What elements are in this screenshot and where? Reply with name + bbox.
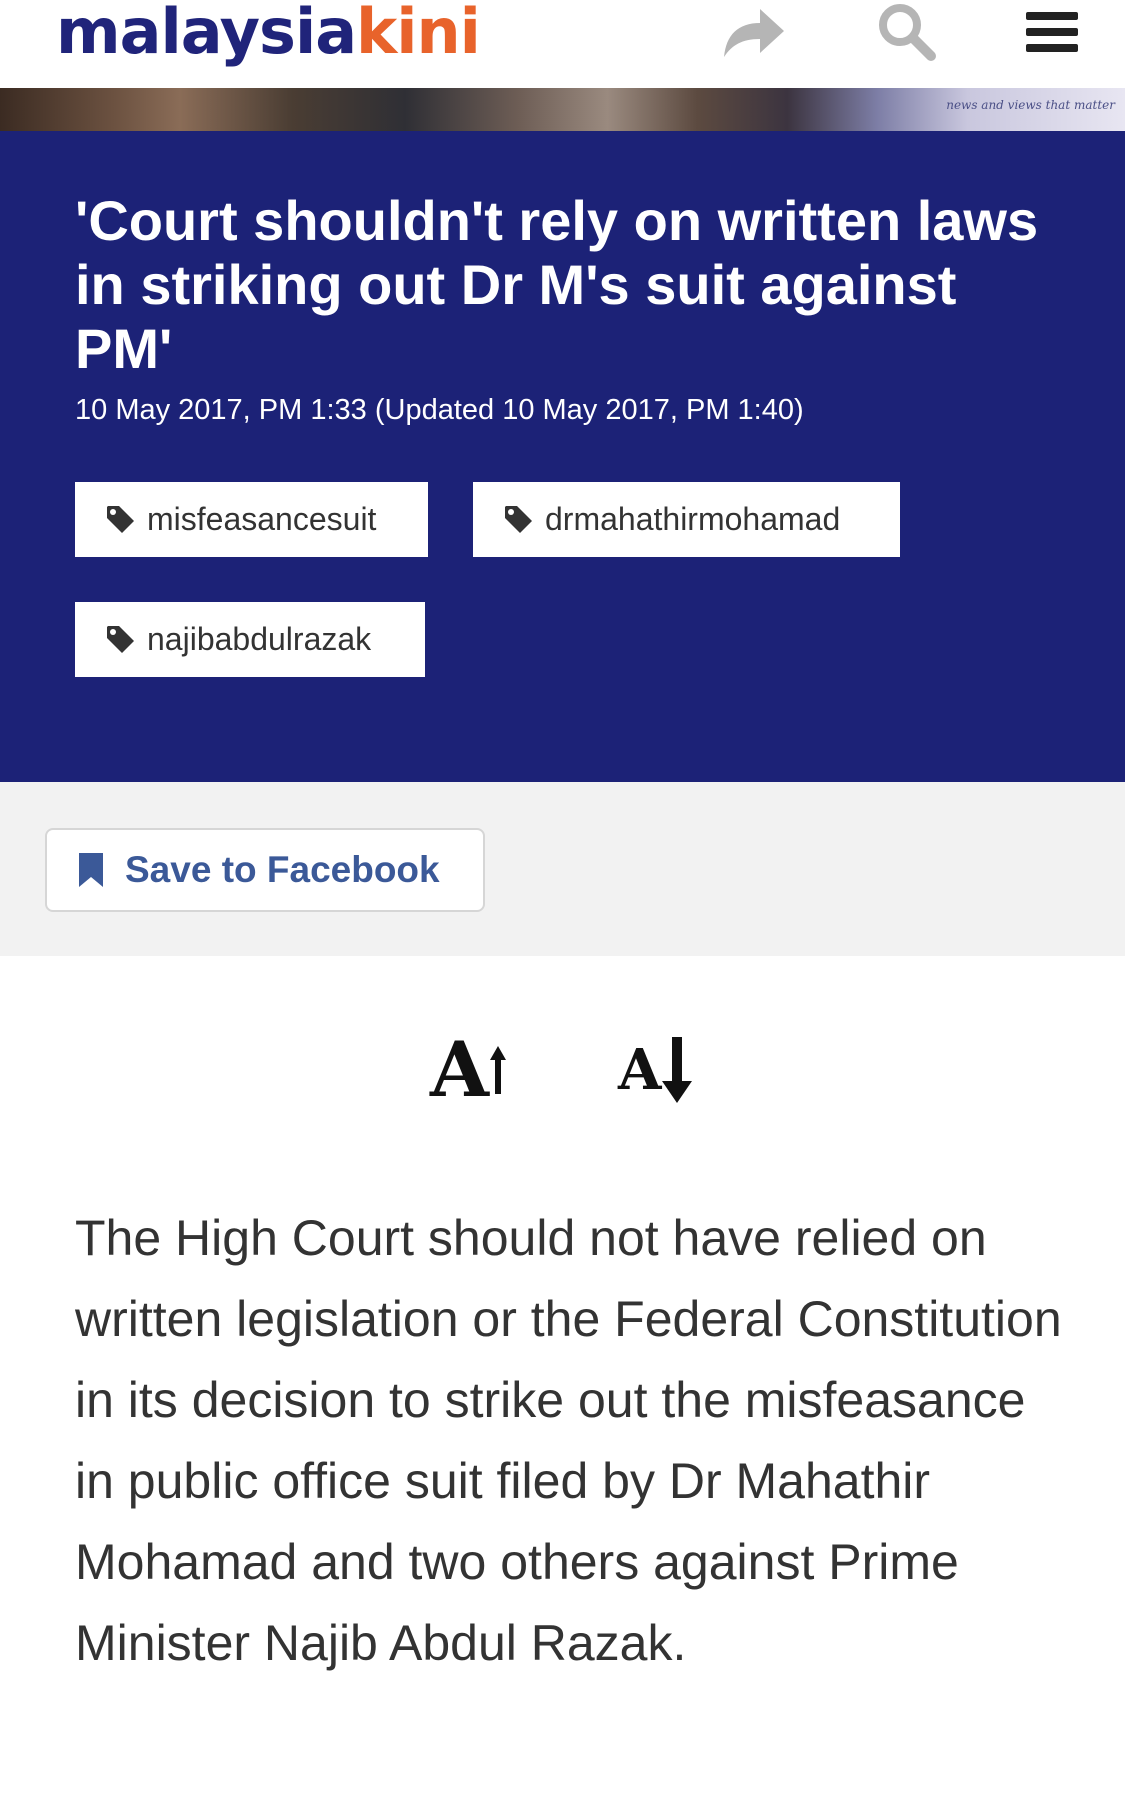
top-bar: malaysiakini — [0, 0, 1125, 88]
share-button[interactable] — [718, 0, 790, 64]
article-header: 'Court shouldn't rely on written laws in… — [0, 131, 1125, 782]
tag-icon — [505, 505, 532, 533]
save-bar: Save to Facebook — [0, 782, 1125, 956]
tag-label: najibabdulrazak — [147, 621, 372, 657]
article-body: The High Court should not have relied on… — [75, 1210, 1062, 1671]
save-to-facebook-label: Save to Facebook — [125, 849, 440, 890]
article-title: 'Court shouldn't rely on written laws in… — [75, 189, 1039, 380]
bookmark-icon — [79, 853, 103, 887]
logo-text-accent: kini — [356, 0, 481, 68]
site-logo[interactable]: malaysiakini — [56, 0, 481, 72]
photo-watermark: news and views that matter — [946, 98, 1115, 112]
save-to-facebook-button[interactable]: Save to Facebook — [45, 828, 485, 912]
tag-drmahathirmohamad[interactable]: drmahathirmohamad — [473, 482, 900, 557]
logo-text-primary: malaysia — [56, 0, 357, 68]
tag-icon — [107, 505, 134, 533]
tag-misfeasancesuit[interactable]: misfeasancesuit — [75, 482, 428, 557]
article-date: 10 May 2017, PM 1:33 (Updated 10 May 201… — [75, 394, 804, 426]
font-letter: A — [430, 1025, 489, 1114]
tag-label: misfeasancesuit — [147, 501, 377, 537]
hamburger-menu-icon — [1026, 12, 1078, 52]
tag-label: drmahathirmohamad — [545, 501, 841, 537]
arrow-up-icon — [489, 1046, 506, 1094]
menu-button[interactable] — [1020, 0, 1084, 64]
font-letter: A — [618, 1037, 662, 1103]
article-photo: news and views that matter — [0, 88, 1125, 131]
share-arrow-icon — [724, 9, 784, 57]
decrease-font-button[interactable]: A — [618, 1030, 708, 1110]
search-icon — [879, 4, 936, 61]
arrow-down-icon — [662, 1037, 693, 1103]
increase-font-button[interactable]: A — [430, 1030, 530, 1110]
tag-icon — [107, 625, 134, 653]
search-button[interactable] — [870, 0, 942, 64]
tag-najibabdulrazak[interactable]: najibabdulrazak — [75, 602, 425, 677]
